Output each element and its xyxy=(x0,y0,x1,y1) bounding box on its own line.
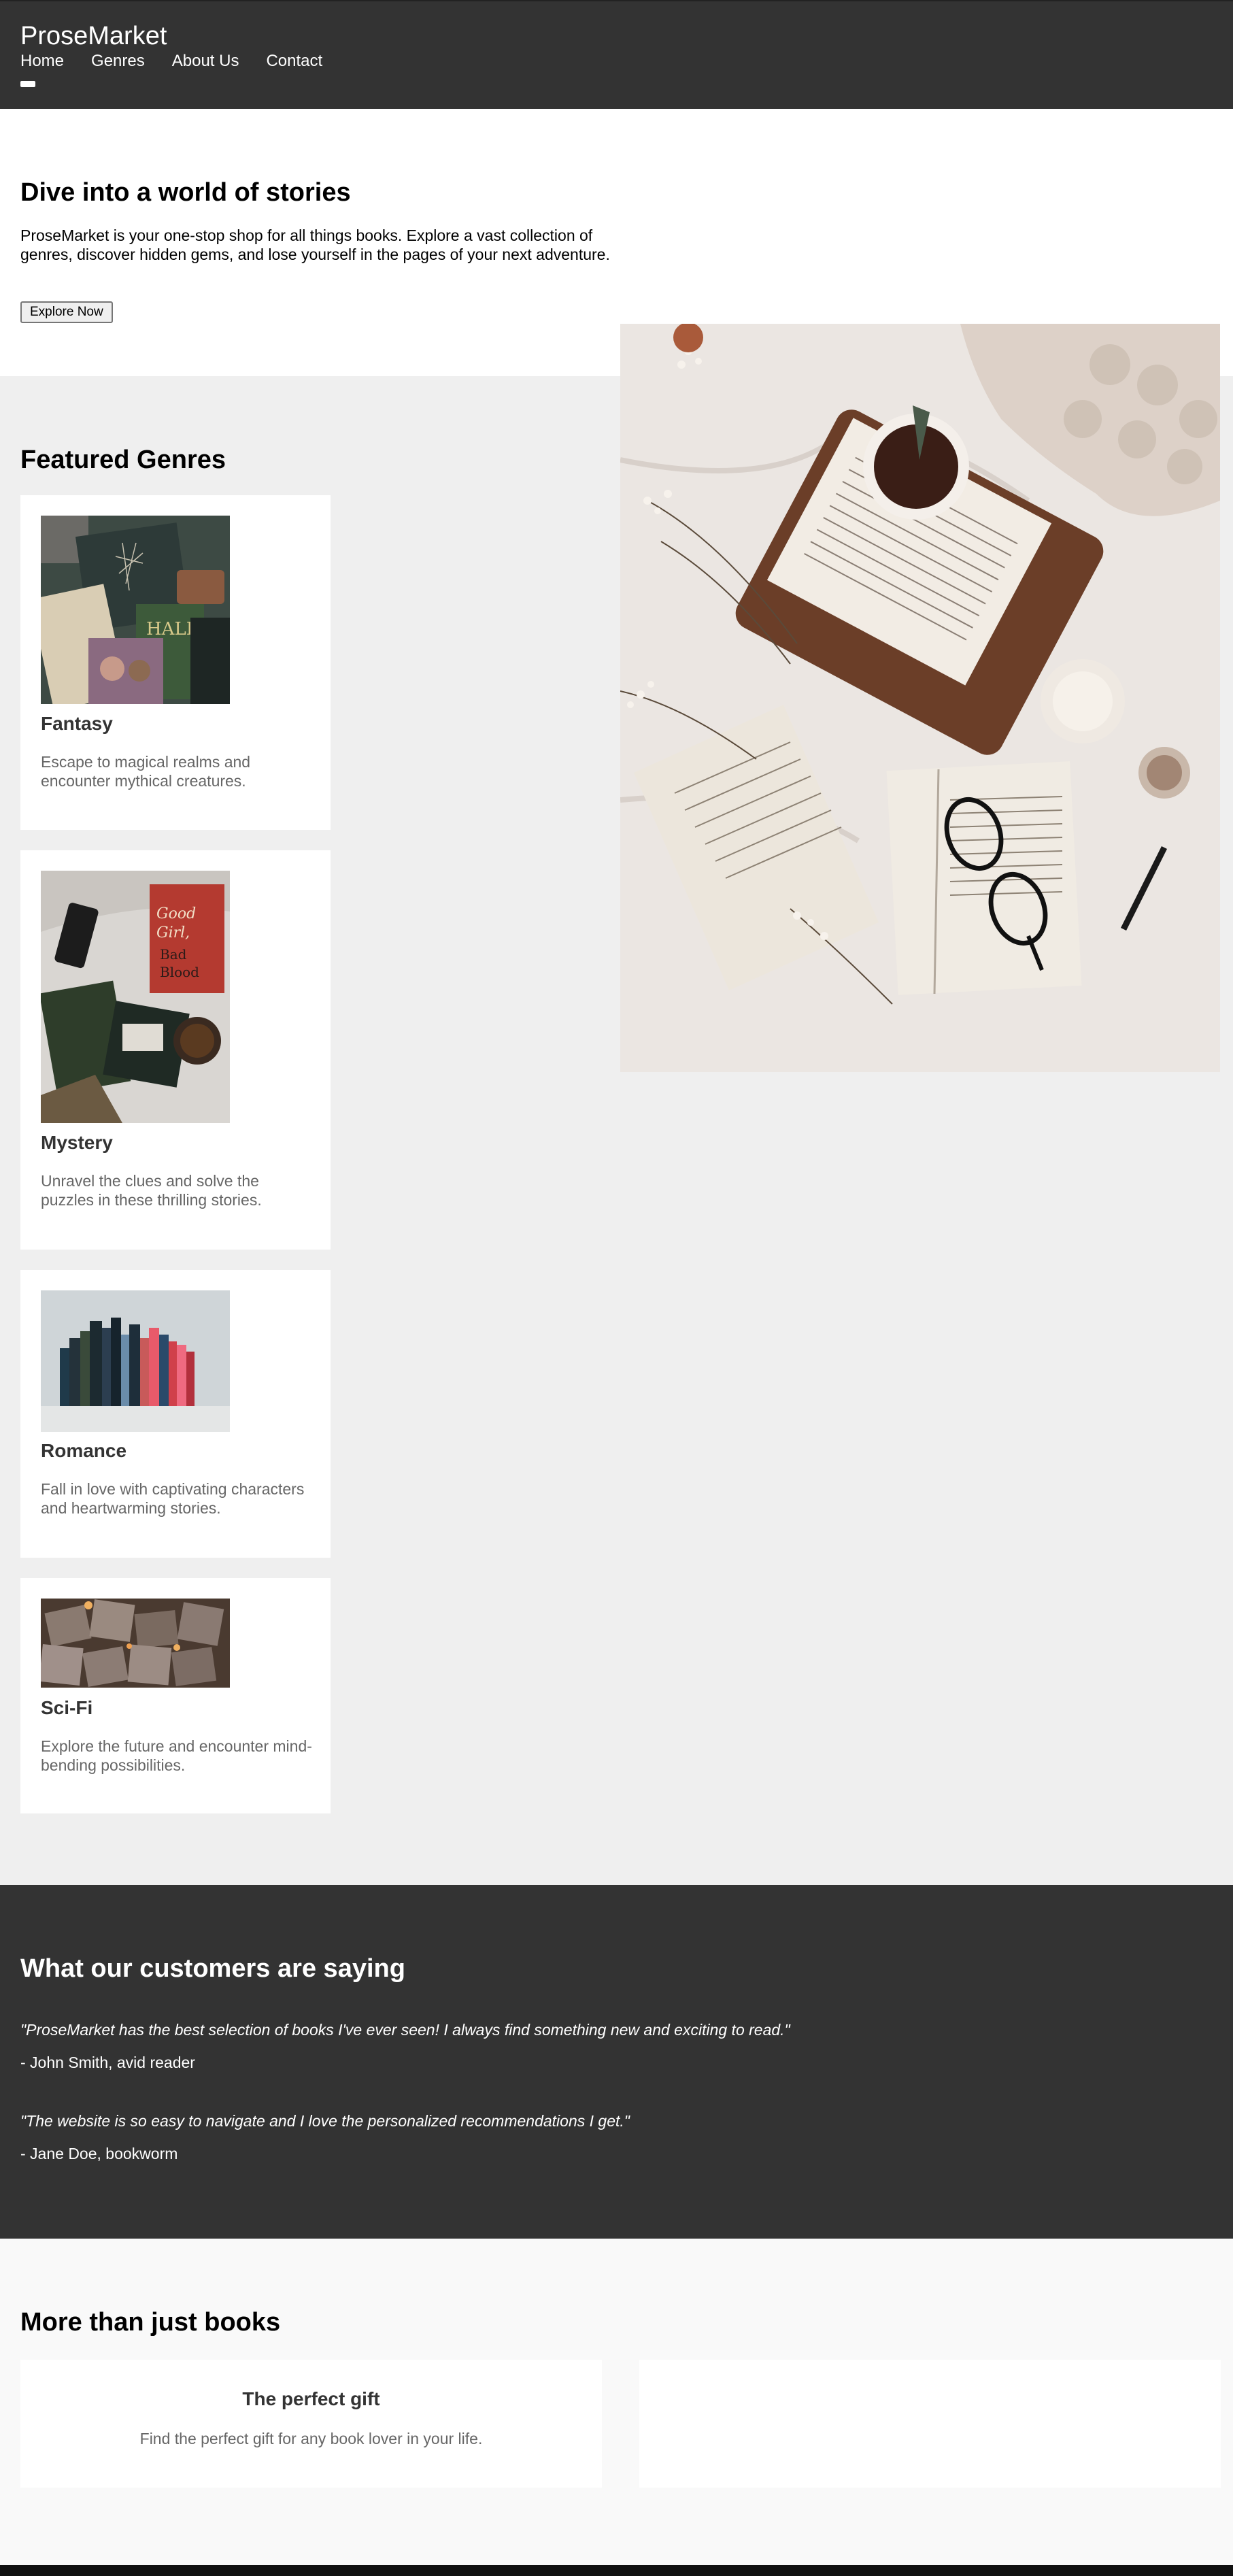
testimonial-quote: "ProseMarket has the best selection of b… xyxy=(20,2021,790,2039)
more-than-books-section: More than just books The perfect gift Fi… xyxy=(0,2239,1233,2565)
genre-description: Fall in love with captivating characters… xyxy=(41,1480,305,1517)
svg-text:Blood: Blood xyxy=(160,964,199,980)
card-title: The perfect gift xyxy=(242,2388,380,2409)
explore-now-button[interactable]: Explore Now xyxy=(20,301,113,323)
mystery-image: Good Girl, Bad Blood xyxy=(41,871,230,1123)
genre-card-fantasy[interactable]: HALF Fantasy Escape to magical realms an… xyxy=(20,495,331,830)
genre-name: Mystery xyxy=(41,1132,113,1153)
genre-description: Unravel the clues and solve the puzzles … xyxy=(41,1172,262,1209)
testimonial-author: - John Smith, avid reader xyxy=(20,2054,195,2071)
genre-name: Fantasy xyxy=(41,713,113,734)
svg-text:Bad: Bad xyxy=(160,946,187,963)
footer-bar xyxy=(0,2565,1233,2576)
genre-description: Explore the future and encounter mind-be… xyxy=(41,1737,312,1774)
more-title: More than just books xyxy=(20,2308,281,2337)
genres-title: Featured Genres xyxy=(20,446,226,474)
menu-toggle-icon[interactable] xyxy=(20,81,35,87)
genre-card-romance[interactable]: Romance Fall in love with captivating ch… xyxy=(20,1270,331,1558)
testimonials-title: What our customers are saying xyxy=(20,1954,405,1983)
fantasy-image: HALF xyxy=(41,516,230,704)
perfect-gift-card[interactable]: The perfect gift Find the perfect gift f… xyxy=(20,2360,602,2488)
svg-text:Girl,: Girl, xyxy=(156,924,190,941)
site-header: ProseMarket Home Genres About Us Contact xyxy=(0,0,1233,109)
card-text: Find the perfect gift for any book lover… xyxy=(139,2430,483,2447)
hero-description: ProseMarket is your one-stop shop for al… xyxy=(20,227,610,263)
svg-text:Good: Good xyxy=(156,905,196,922)
hero-title: Dive into a world of stories xyxy=(20,178,351,207)
nav-about-link[interactable]: About Us xyxy=(172,52,239,71)
nav-genres-link[interactable]: Genres xyxy=(91,52,145,71)
testimonials-section: What our customers are saying "ProseMark… xyxy=(0,1885,1233,2239)
testimonial-quote: "The website is so easy to navigate and … xyxy=(20,2112,630,2130)
genre-name: Romance xyxy=(41,1440,127,1461)
genre-name: Sci-Fi xyxy=(41,1697,93,1718)
genre-card-mystery[interactable]: Good Girl, Bad Blood Mystery Unravel the… xyxy=(20,850,331,1250)
hero-image xyxy=(620,324,1220,1072)
empty-card xyxy=(639,2360,1221,2488)
scifi-image xyxy=(41,1599,230,1688)
site-logo[interactable]: ProseMarket xyxy=(20,22,167,51)
genre-card-scifi[interactable]: Sci-Fi Explore the future and encounter … xyxy=(20,1578,331,1813)
nav-contact-link[interactable]: Contact xyxy=(266,52,322,71)
testimonial-author: - Jane Doe, bookworm xyxy=(20,2145,178,2162)
main-nav: Home Genres About Us Contact xyxy=(20,52,350,71)
genre-description: Escape to magical realms and encounter m… xyxy=(41,753,251,790)
romance-image xyxy=(41,1290,230,1432)
nav-home-link[interactable]: Home xyxy=(20,52,64,71)
